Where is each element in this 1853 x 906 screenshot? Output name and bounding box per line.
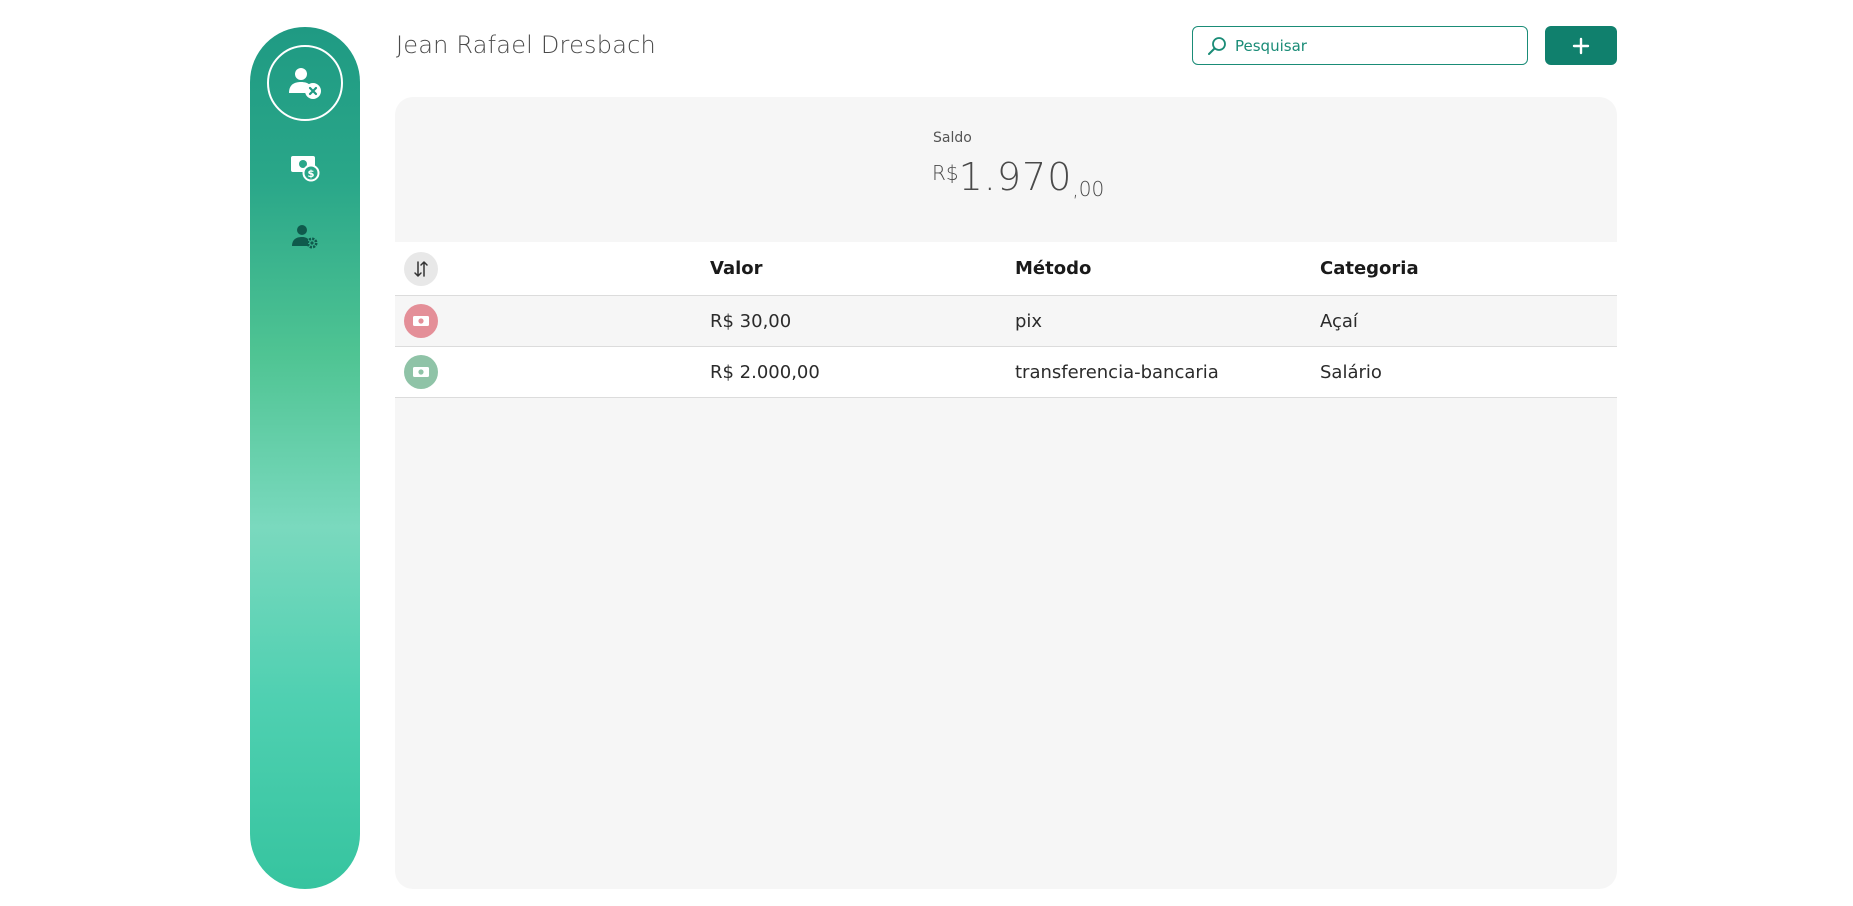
cell-categoria: Salário [1320, 361, 1382, 383]
profile-button[interactable] [267, 45, 343, 121]
page: $ Jean Rafael Dresbach Saldo [0, 0, 1853, 906]
user-settings-icon [292, 225, 318, 249]
balance-value: R$ 1.970 ,00 [932, 155, 1104, 201]
search-input[interactable] [1235, 36, 1495, 55]
sidebar-item-transactions[interactable]: $ [289, 151, 321, 183]
expense-indicator [404, 304, 438, 338]
balance-integer: 1.970 [958, 155, 1073, 199]
sort-button[interactable] [404, 251, 438, 286]
cell-valor: R$ 30,00 [710, 310, 792, 332]
search-icon [1208, 36, 1226, 55]
table-row[interactable]: R$ 30,00 pix Açaí [395, 296, 1617, 347]
add-transaction-button[interactable] [1545, 26, 1617, 65]
sidebar: $ [250, 27, 360, 889]
money-icon: $ [291, 156, 320, 182]
main-panel: Saldo R$ 1.970 ,00 Valor Método Categori… [395, 97, 1617, 889]
search-box[interactable] [1192, 26, 1528, 65]
cell-metodo: transferencia-bancaria [1015, 361, 1219, 383]
type-cell [404, 355, 438, 389]
cash-icon [413, 316, 429, 326]
cell-valor: R$ 2.000,00 [710, 361, 820, 383]
table-row[interactable]: R$ 2.000,00 transferencia-bancaria Salár… [395, 347, 1617, 398]
sort-cell [404, 251, 438, 286]
column-header-valor[interactable]: Valor [710, 258, 763, 279]
balance-currency: R$ [932, 161, 959, 185]
cell-metodo: pix [1015, 310, 1043, 332]
cell-categoria: Açaí [1320, 310, 1358, 332]
balance-label: Saldo [933, 130, 972, 146]
cash-icon [413, 367, 429, 377]
transactions-table: Valor Método Categoria R$ 30,00 pix Açaí [395, 242, 1617, 398]
sort-arrows-icon [414, 260, 428, 277]
balance-section: Saldo R$ 1.970 ,00 [395, 97, 1617, 242]
table-header: Valor Método Categoria [395, 242, 1617, 296]
plus-icon [1572, 37, 1590, 54]
type-cell [404, 304, 438, 338]
svg-text:$: $ [308, 169, 315, 180]
column-header-categoria[interactable]: Categoria [1320, 258, 1419, 279]
sidebar-item-user-settings[interactable] [289, 221, 321, 253]
balance-cents: ,00 [1072, 177, 1105, 201]
user-name: Jean Rafael Dresbach [396, 31, 656, 59]
income-indicator [404, 355, 438, 389]
column-header-metodo[interactable]: Método [1015, 258, 1091, 279]
user-remove-icon [289, 68, 321, 99]
